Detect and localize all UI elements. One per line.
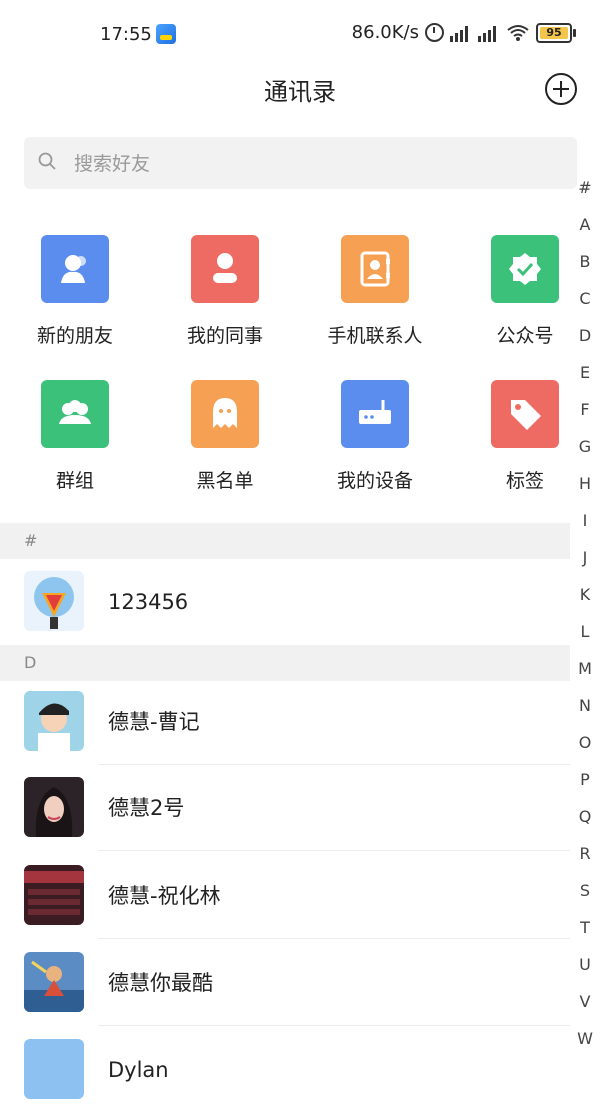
- index-letter[interactable]: C: [570, 289, 600, 308]
- add-button[interactable]: [545, 73, 577, 105]
- function-new-friend[interactable]: 新的朋友: [0, 235, 150, 348]
- contact-name: 德慧2号: [108, 796, 185, 820]
- battery-icon: 95: [536, 22, 576, 43]
- index-letter[interactable]: W: [570, 1029, 600, 1048]
- avatar: [24, 777, 84, 837]
- avatar: [24, 865, 84, 925]
- divider: [98, 850, 570, 851]
- function-group[interactable]: 群组: [0, 380, 150, 493]
- contact-name: 123456: [108, 590, 189, 614]
- index-letter[interactable]: T: [570, 918, 600, 937]
- function-label: 我的设备: [336, 470, 413, 492]
- index-letter[interactable]: U: [570, 955, 600, 974]
- search-bar[interactable]: [24, 137, 577, 191]
- index-letter[interactable]: I: [570, 511, 600, 530]
- function-label: 新的朋友: [36, 325, 113, 347]
- group-icon: [41, 380, 109, 448]
- section-header-hash: #: [0, 523, 570, 559]
- contact-row[interactable]: 德慧-曹记: [0, 679, 570, 765]
- avatar: [24, 1039, 84, 1099]
- divider: [98, 1025, 570, 1026]
- index-letter[interactable]: D: [570, 326, 600, 345]
- contact-name: 德慧-祝化林: [108, 884, 221, 908]
- status-time: 17:55: [100, 24, 152, 45]
- index-letter[interactable]: O: [570, 733, 600, 752]
- status-bar: 17:55 86.0K/s 95: [0, 0, 600, 66]
- section-header-d: D: [0, 645, 570, 681]
- avatar: [24, 691, 84, 751]
- blacklist-icon: [191, 380, 259, 448]
- avatar: [24, 571, 84, 631]
- contact-row[interactable]: 德慧-祝化林: [0, 853, 570, 939]
- function-colleague[interactable]: 我的同事: [150, 235, 300, 348]
- divider: [98, 938, 570, 939]
- function-label: 群组: [55, 470, 94, 492]
- phone-contacts-icon: [341, 235, 409, 303]
- battery-level: 95: [546, 25, 562, 39]
- network-speed: 86.0K/s: [351, 22, 419, 43]
- index-letter[interactable]: B: [570, 252, 600, 271]
- index-letter[interactable]: M: [570, 659, 600, 678]
- new-friend-icon: [41, 235, 109, 303]
- contact-row[interactable]: 123456: [0, 559, 570, 645]
- function-device[interactable]: 我的设备: [300, 380, 450, 493]
- index-letter[interactable]: A: [570, 215, 600, 234]
- index-letter[interactable]: J: [570, 548, 600, 567]
- index-letter[interactable]: N: [570, 696, 600, 715]
- alphabet-index[interactable]: # A B C D E F G H I J K L M N O P Q R S …: [570, 170, 600, 1067]
- index-letter[interactable]: L: [570, 622, 600, 641]
- colleague-icon: [191, 235, 259, 303]
- index-letter[interactable]: F: [570, 400, 600, 419]
- contact-row[interactable]: 德慧你最酷: [0, 940, 570, 1026]
- avatar: [24, 952, 84, 1012]
- index-letter[interactable]: P: [570, 770, 600, 789]
- index-letter[interactable]: K: [570, 585, 600, 604]
- function-phone-contacts[interactable]: 手机联系人: [300, 235, 450, 348]
- index-letter[interactable]: Q: [570, 807, 600, 826]
- wifi-icon: [507, 24, 529, 41]
- index-letter[interactable]: V: [570, 992, 600, 1011]
- function-label: 手机联系人: [327, 325, 423, 347]
- signal-hd-icon: [450, 24, 472, 42]
- index-letter[interactable]: G: [570, 437, 600, 456]
- function-label: 我的同事: [186, 325, 263, 347]
- status-right: 86.0K/s 95: [351, 22, 576, 43]
- contact-name: Dylan: [108, 1058, 169, 1082]
- index-letter[interactable]: S: [570, 881, 600, 900]
- contact-row[interactable]: Dylan: [0, 1027, 570, 1113]
- tag-icon: [491, 380, 559, 448]
- alarm-icon: [425, 23, 444, 42]
- signal-icon: [478, 24, 500, 42]
- contact-name: 德慧你最酷: [108, 971, 213, 995]
- page-title: 通讯录: [264, 78, 336, 106]
- function-blacklist[interactable]: 黑名单: [150, 380, 300, 493]
- index-letter[interactable]: R: [570, 844, 600, 863]
- index-letter[interactable]: H: [570, 474, 600, 493]
- contact-name: 德慧-曹记: [108, 710, 200, 734]
- official-account-icon: [491, 235, 559, 303]
- device-icon: [341, 380, 409, 448]
- app-notification-icon: [156, 24, 176, 44]
- search-input[interactable]: [72, 137, 556, 191]
- index-letter[interactable]: #: [570, 178, 600, 197]
- contact-row[interactable]: 德慧2号: [0, 765, 570, 851]
- index-letter[interactable]: E: [570, 363, 600, 382]
- function-label: 黑名单: [196, 470, 254, 492]
- search-icon: [38, 152, 56, 170]
